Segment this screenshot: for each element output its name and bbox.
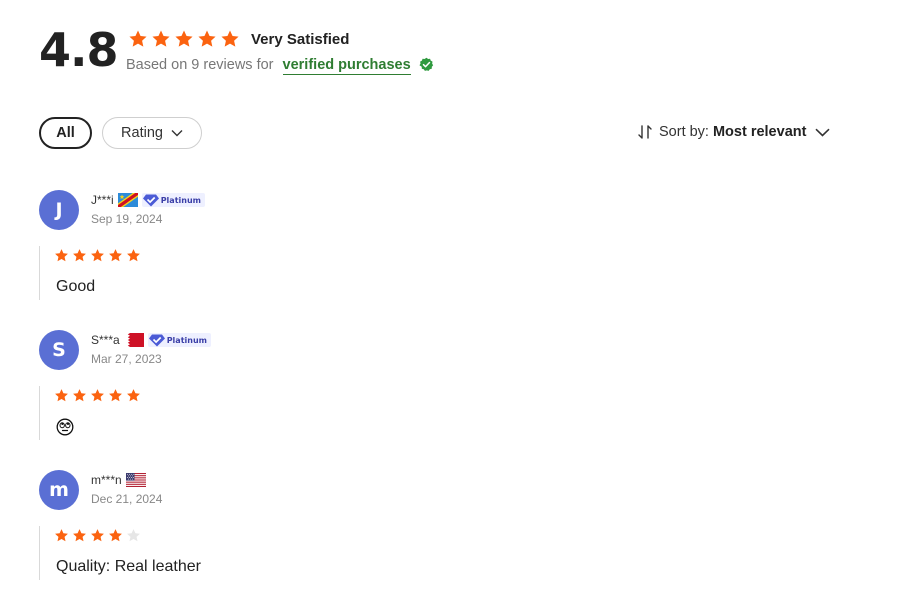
star-icon	[55, 389, 68, 402]
review-date: Dec 21, 2024	[91, 492, 163, 506]
star-icon	[91, 249, 104, 262]
reviewer-name: J***i	[91, 193, 114, 207]
rolling-eyes-face-emoji-icon	[56, 418, 74, 436]
avatar: m	[39, 470, 79, 510]
star-icon	[129, 30, 147, 47]
star-icon	[73, 389, 86, 402]
review-date: Sep 19, 2024	[91, 212, 163, 226]
star-icon	[91, 389, 104, 402]
rating-summary: 4.8 Very Satisfied Based on 9 reviews fo…	[39, 24, 639, 84]
filter-rating-label: Rating	[121, 125, 163, 141]
sort-icon	[638, 125, 652, 139]
review-item: S S***a Platinum Mar 27, 2023	[39, 330, 739, 450]
bahrain-flag-icon	[123, 333, 144, 347]
reviewer-name: S***a	[91, 333, 120, 347]
star-icon	[55, 249, 68, 262]
review-body	[39, 386, 639, 440]
reviewer-info: S***a Platinum	[91, 332, 211, 348]
review-item: J J***i Platinum Sep 19, 2024 Good	[39, 190, 739, 310]
badge-label: Platinum	[166, 335, 207, 345]
review-date: Mar 27, 2023	[91, 352, 162, 366]
star-icon	[109, 249, 122, 262]
satisfaction-label: Very Satisfied	[251, 31, 350, 48]
filter-all-button[interactable]: All	[39, 117, 92, 149]
avatar: S	[39, 330, 79, 370]
sort-label: Sort by:	[659, 124, 709, 140]
avatar: J	[39, 190, 79, 230]
star-icon	[198, 30, 216, 47]
verified-purchases-link[interactable]: verified purchases	[282, 57, 411, 75]
review-item: m m***n Dec 21, 2024 Quality: Real leath…	[39, 470, 739, 590]
review-body: Quality: Real leather	[39, 526, 639, 580]
sort-dropdown[interactable]: Sort by: Most relevant	[637, 121, 831, 143]
reviewer-info: J***i Platinum	[91, 192, 205, 208]
chevron-down-icon	[171, 130, 183, 137]
star-icon	[109, 389, 122, 402]
dr-congo-flag-icon	[117, 193, 138, 207]
average-score: 4.8	[39, 23, 118, 77]
review-body: Good	[39, 246, 639, 300]
sort-value: Most relevant	[712, 124, 807, 140]
star-icon	[127, 249, 140, 262]
review-stars	[54, 388, 141, 403]
verified-check-icon	[419, 57, 433, 71]
chevron-down-icon	[815, 128, 831, 137]
star-icon	[109, 529, 122, 542]
review-text: Quality: Real leather	[56, 558, 201, 575]
diamond-check-icon	[142, 194, 159, 206]
review-stars	[54, 248, 141, 263]
diamond-check-icon	[148, 334, 165, 346]
star-icon	[221, 30, 239, 47]
platinum-badge: Platinum	[141, 193, 205, 207]
star-icon	[127, 389, 140, 402]
star-icon	[55, 529, 68, 542]
us-flag-icon	[125, 473, 146, 487]
empty-star-icon	[127, 529, 140, 542]
star-icon	[175, 30, 193, 47]
reviews-basis: Based on 9 reviews for verified purchase…	[126, 57, 434, 75]
star-icon	[73, 529, 86, 542]
reviewer-name: m***n	[91, 473, 122, 487]
star-icon	[152, 30, 170, 47]
star-icon	[73, 249, 86, 262]
review-text	[56, 418, 74, 436]
review-stars	[54, 528, 141, 543]
star-icon	[91, 529, 104, 542]
reviewer-info: m***n	[91, 472, 146, 488]
based-on-text: Based on 9 reviews for	[126, 57, 274, 73]
platinum-badge: Platinum	[147, 333, 211, 347]
badge-label: Platinum	[160, 195, 201, 205]
review-text: Good	[56, 278, 96, 295]
summary-stars	[128, 29, 240, 49]
filter-rating-dropdown[interactable]: Rating	[102, 117, 202, 149]
